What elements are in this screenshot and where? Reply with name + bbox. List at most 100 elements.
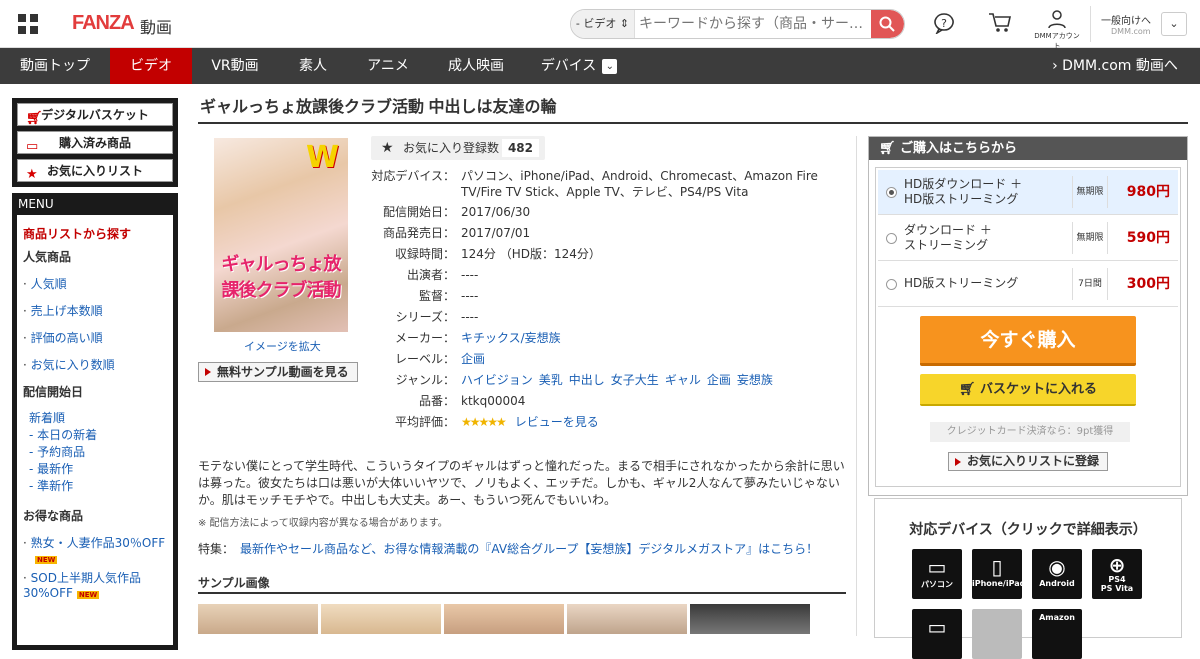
fanza-logo[interactable]: FANZA [72, 12, 135, 35]
genre-link[interactable]: 中出し [569, 373, 605, 387]
category-nav: 動画トップ ビデオ VR動画 素人 アニメ 成人映画 デバイス ⌄ › DMM.c… [0, 48, 1200, 84]
purchase-option-hd[interactable]: HD版ダウンロード ＋ HD版ストリーミング 無期限 980円 [878, 170, 1178, 215]
nav-dmm-link[interactable]: › DMM.com 動画へ [1040, 48, 1190, 84]
info-key: 配信開始日： [382, 205, 455, 219]
fav-label: お気に入り登録数 [403, 141, 500, 155]
option-label: HD版ストリーミング [904, 276, 1019, 290]
enlarge-image-link[interactable]: イメージを拡大 [244, 338, 321, 354]
menu-link[interactable]: - 最新作 [29, 461, 167, 478]
menu-link[interactable]: - 予約商品 [29, 444, 167, 461]
option-price: 590円 [1126, 230, 1170, 246]
nav-item-amateur[interactable]: 素人 [278, 48, 348, 84]
radio-button[interactable] [886, 187, 897, 198]
menu-link[interactable]: 新着順 [29, 410, 167, 427]
feature-link[interactable]: 最新作やセール商品など、お得な情報満載の『AV総合グループ【妄想族】デジタルメガ… [240, 542, 818, 556]
nav-device-label: デバイス [540, 58, 597, 74]
info-value: ---- [461, 310, 479, 324]
purchase-option-stream[interactable]: HD版ストリーミング 7日間 300円 [878, 262, 1178, 307]
menu-link[interactable]: - 準新作 [29, 478, 167, 495]
menu-grid-icon[interactable] [18, 14, 38, 34]
device-chromecast[interactable] [972, 609, 1022, 659]
option-period: 無期限 [1072, 176, 1108, 208]
buy-now-button[interactable]: 今すぐ購入 [920, 316, 1136, 366]
global-header: FANZA 動画 - ビデオ ⇕ ? DMMアカウント 一般向けへ DMM.co… [0, 0, 1200, 51]
nav-item-video[interactable]: ビデオ [110, 48, 192, 84]
review-link[interactable]: レビューを見る [515, 415, 599, 429]
logo-subtitle[interactable]: 動画 [140, 14, 172, 38]
column-divider [856, 136, 857, 636]
nav-item-vr[interactable]: VR動画 [192, 48, 278, 84]
nav-item-device[interactable]: デバイス ⌄ [524, 48, 634, 84]
nav-item-top[interactable]: 動画トップ [0, 48, 110, 84]
device-tv[interactable]: ▭ [912, 609, 962, 659]
digital-basket-button[interactable]: 🛒︎ デジタルバスケット [17, 103, 173, 126]
supported-devices: 対応デバイス（クリックで詳細表示） ▭ パソコン ▯ iPhone/iPad ◉ An… [874, 498, 1182, 659]
genre-link[interactable]: 女子大生 [611, 373, 659, 387]
feature-row: 特集： 最新作やセール商品など、お得な情報満載の『AV総合グループ【妄想族】デジタ… [198, 540, 818, 557]
purchase-option-sd[interactable]: ダウンロード ＋ストリーミング 無期限 590円 [878, 216, 1178, 261]
search-bar: - ビデオ ⇕ [570, 9, 905, 39]
radio-button[interactable] [886, 233, 897, 244]
nav-item-anime[interactable]: アニメ [348, 48, 428, 84]
device-android[interactable]: ◉ Android [1032, 549, 1082, 599]
purchase-box: 🛒︎ ご購入はこちらから HD版ダウンロード ＋ HD版ストリーミング 無期限 9… [868, 136, 1188, 496]
genre-link[interactable]: ギャル [665, 373, 701, 387]
star-icon: ★ [381, 140, 394, 156]
info-key: レーベル： [394, 352, 455, 366]
genre-link[interactable]: 企画 [707, 373, 731, 387]
info-key: 平均評価： [394, 415, 455, 429]
chevron-down-icon[interactable]: ⌄ [1161, 12, 1187, 36]
product-info-table: 対応デバイス： パソコン、iPhone/iPad、Android、Chromeca… [371, 168, 851, 435]
info-key: 収録時間： [394, 247, 455, 261]
phone-icon: ▯ [991, 555, 1003, 579]
option-period: 無期限 [1072, 222, 1108, 254]
search-category-select[interactable]: - ビデオ ⇕ [571, 10, 635, 38]
nav-dmm-label: DMM.com 動画へ [1062, 58, 1178, 74]
genre-link[interactable]: 美乳 [539, 373, 563, 387]
nav-item-adult-film[interactable]: 成人映画 [428, 48, 524, 84]
add-favorite-button[interactable]: お気に入りリストに登録 [948, 452, 1108, 471]
feature-key: 特集： [198, 542, 235, 556]
label-link[interactable]: 企画 [461, 352, 485, 366]
device-label: iPhone/iPad [972, 579, 1026, 588]
favorites-button[interactable]: ★ お気に入りリスト [17, 159, 173, 182]
cart-icon: 🛒︎ [879, 141, 901, 156]
add-to-basket-button[interactable]: 🛒︎ バスケットに入れる [920, 374, 1136, 406]
device-pc[interactable]: ▭ パソコン [912, 549, 962, 599]
menu-link[interactable]: · 売上げ本数順 [23, 302, 167, 319]
maker-link[interactable]: キチックス/妄想族 [461, 331, 561, 345]
new-badge: NEW [35, 556, 58, 564]
search-button[interactable] [871, 10, 904, 38]
sidebar-menu: MENU 商品リストから探す 人気商品 · 人気順 · 売上げ本数順 · 評価の… [12, 193, 178, 650]
option-label: ダウンロード ＋ストリーミング [904, 223, 992, 252]
cart-icon[interactable] [988, 12, 1012, 37]
device-ps[interactable]: ⊕ PS4 PS Vita [1092, 549, 1142, 599]
search-input[interactable] [639, 14, 865, 34]
device-amazon[interactable]: Amazon [1032, 609, 1082, 659]
menu-link[interactable]: · SOD上半期人気作品30%OFF NEW [23, 569, 167, 600]
delivery-note: ※ 配信方法によって収録内容が異なる場合があります。 [198, 518, 448, 529]
menu-link[interactable]: · 熟女・人妻作品30％OFF NEW [23, 534, 167, 565]
menu-link[interactable]: - 本日の新着 [29, 427, 167, 444]
device-label: パソコン [921, 580, 953, 589]
help-icon[interactable]: ? [933, 12, 955, 37]
genre-link[interactable]: ハイビジョン [461, 373, 533, 387]
menu-link[interactable]: · お気に入り数順 [23, 356, 167, 373]
general-site-link[interactable]: 一般向けへ DMM.com ⌄ [1090, 6, 1200, 42]
option-price: 300円 [1126, 276, 1170, 292]
info-value: ---- [461, 268, 479, 282]
radio-button[interactable] [886, 279, 897, 290]
sample-video-button[interactable]: 無料サンプル動画を見る [198, 362, 358, 382]
menu-link[interactable]: · 評価の高い順 [23, 329, 167, 346]
purchased-button[interactable]: ▭ 購入済み商品 [17, 131, 173, 154]
android-icon: ◉ [1048, 555, 1066, 579]
star-icon: ★ [26, 167, 38, 182]
menu-title: MENU [18, 197, 54, 211]
product-cover-image[interactable]: W ギャルっちょ放課後クラブ活動 [214, 138, 348, 332]
general-sub: DMM.com [1111, 27, 1151, 36]
account-button[interactable]: DMMアカウント [1033, 9, 1081, 51]
device-iphone[interactable]: ▯ iPhone/iPad [972, 549, 1026, 599]
genre-link[interactable]: 妄想族 [737, 373, 773, 387]
genre-list: ハイビジョン 美乳 中出し 女子大生 ギャル 企画 妄想族 [461, 372, 851, 388]
menu-link[interactable]: · 人気順 [23, 275, 167, 292]
